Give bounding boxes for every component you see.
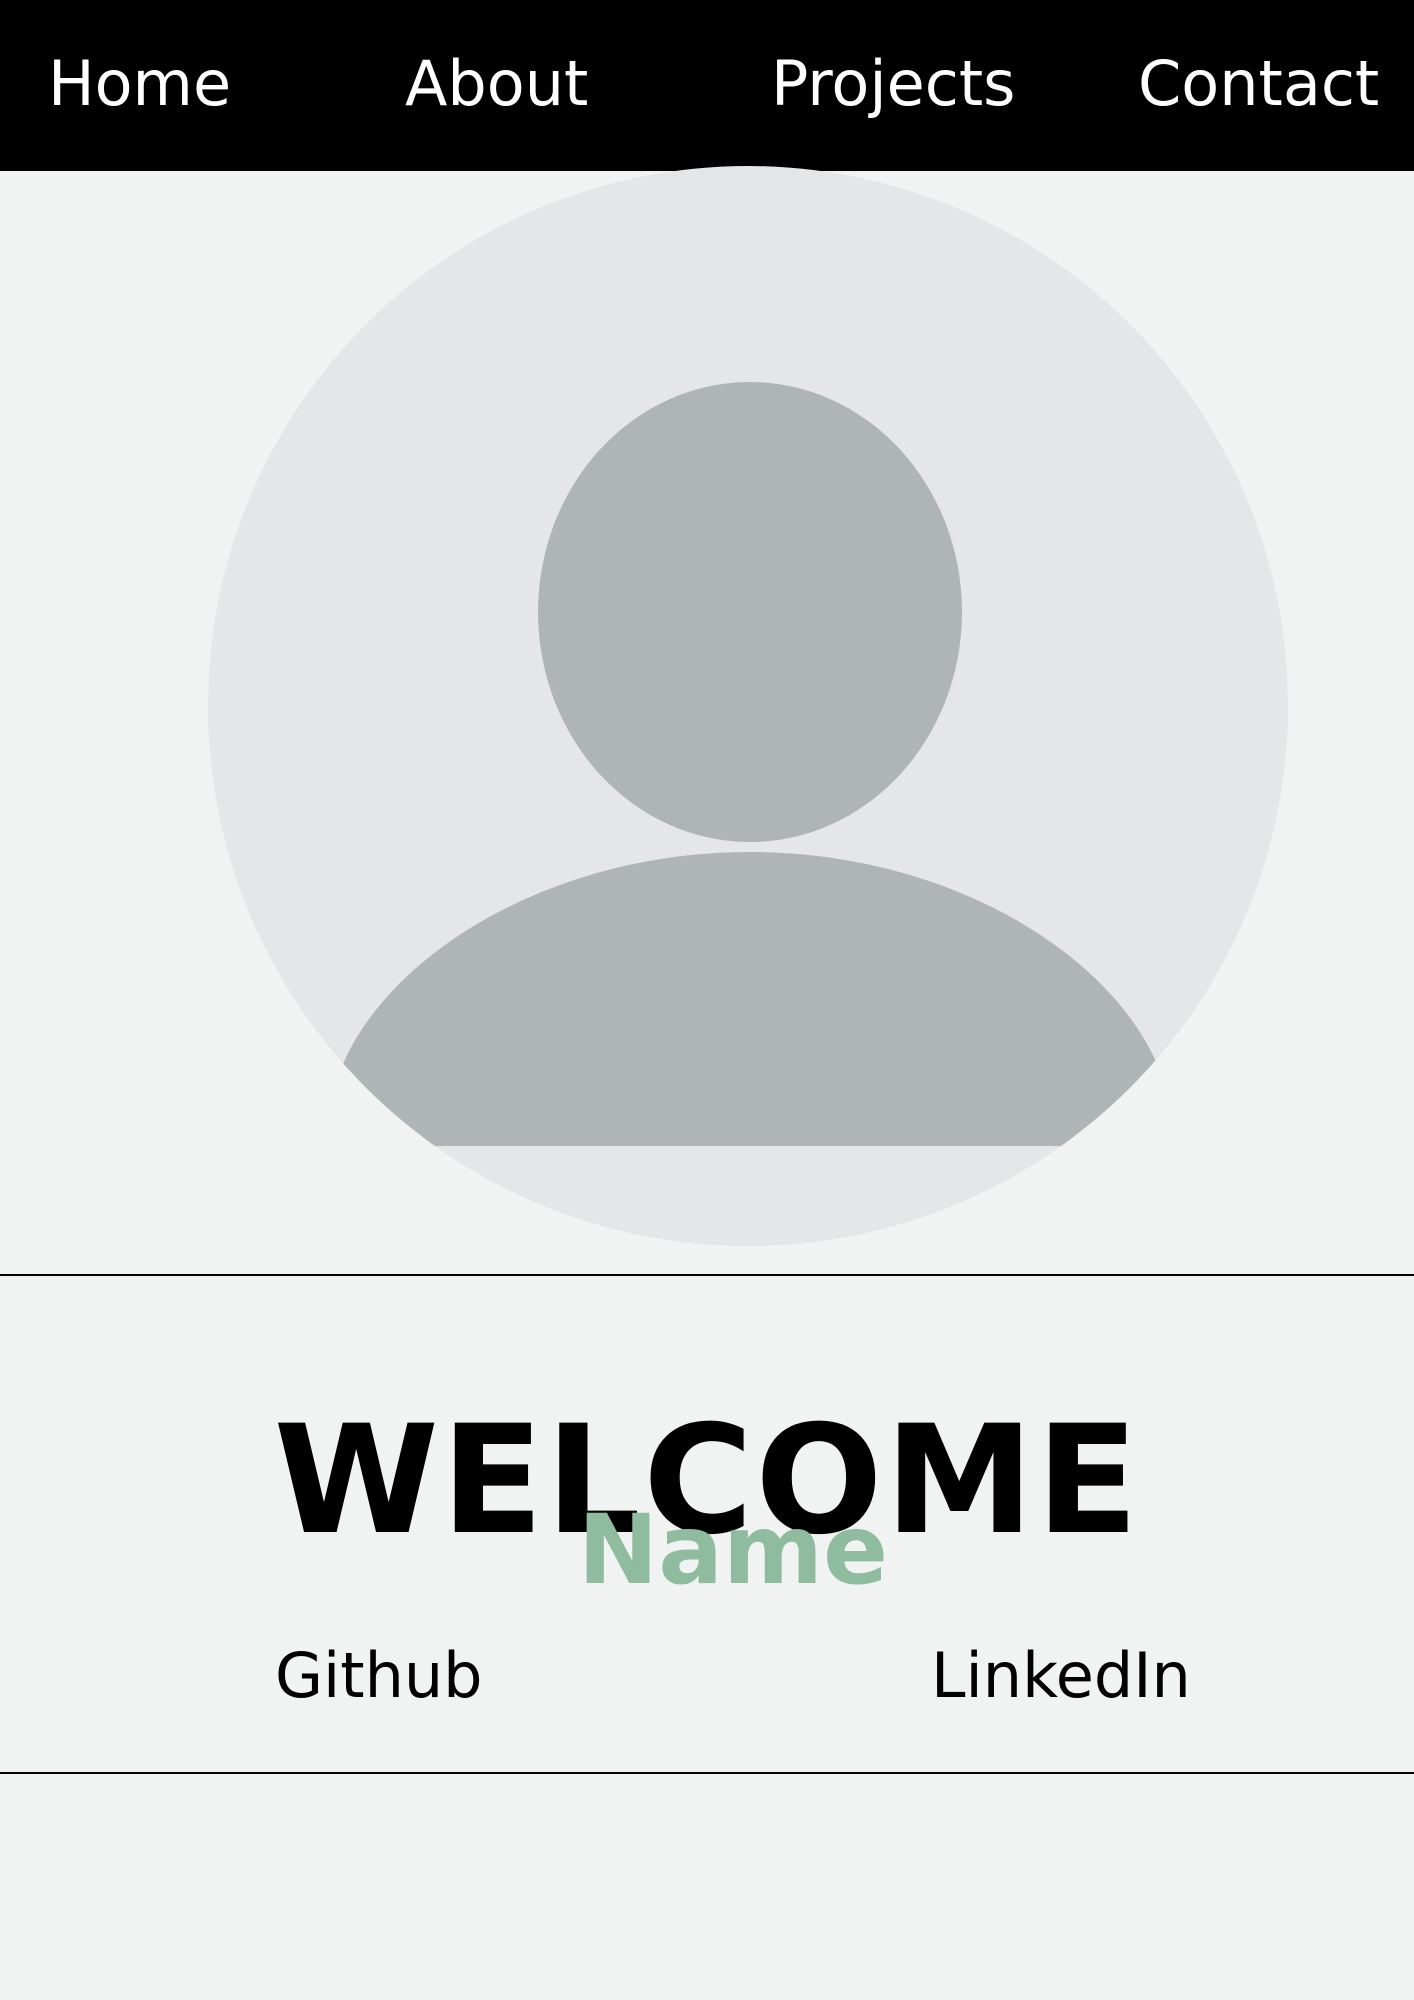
nav-link-home[interactable]: Home <box>48 48 231 120</box>
top-divider <box>0 1274 1414 1276</box>
github-link[interactable]: Github <box>275 1640 483 1712</box>
user-placeholder-icon <box>208 166 1288 1246</box>
nav-link-contact[interactable]: Contact <box>1138 48 1379 120</box>
avatar-bottom-fill <box>208 1146 1288 1246</box>
nav-link-projects[interactable]: Projects <box>771 48 1015 120</box>
avatar-head-shape <box>538 382 962 842</box>
top-navigation-bar: Home About Projects Contact <box>0 0 1414 171</box>
linkedin-link[interactable]: LinkedIn <box>931 1640 1191 1712</box>
bottom-divider <box>0 1772 1414 1774</box>
name-heading: Name <box>577 1494 889 1606</box>
nav-link-about[interactable]: About <box>405 48 588 120</box>
